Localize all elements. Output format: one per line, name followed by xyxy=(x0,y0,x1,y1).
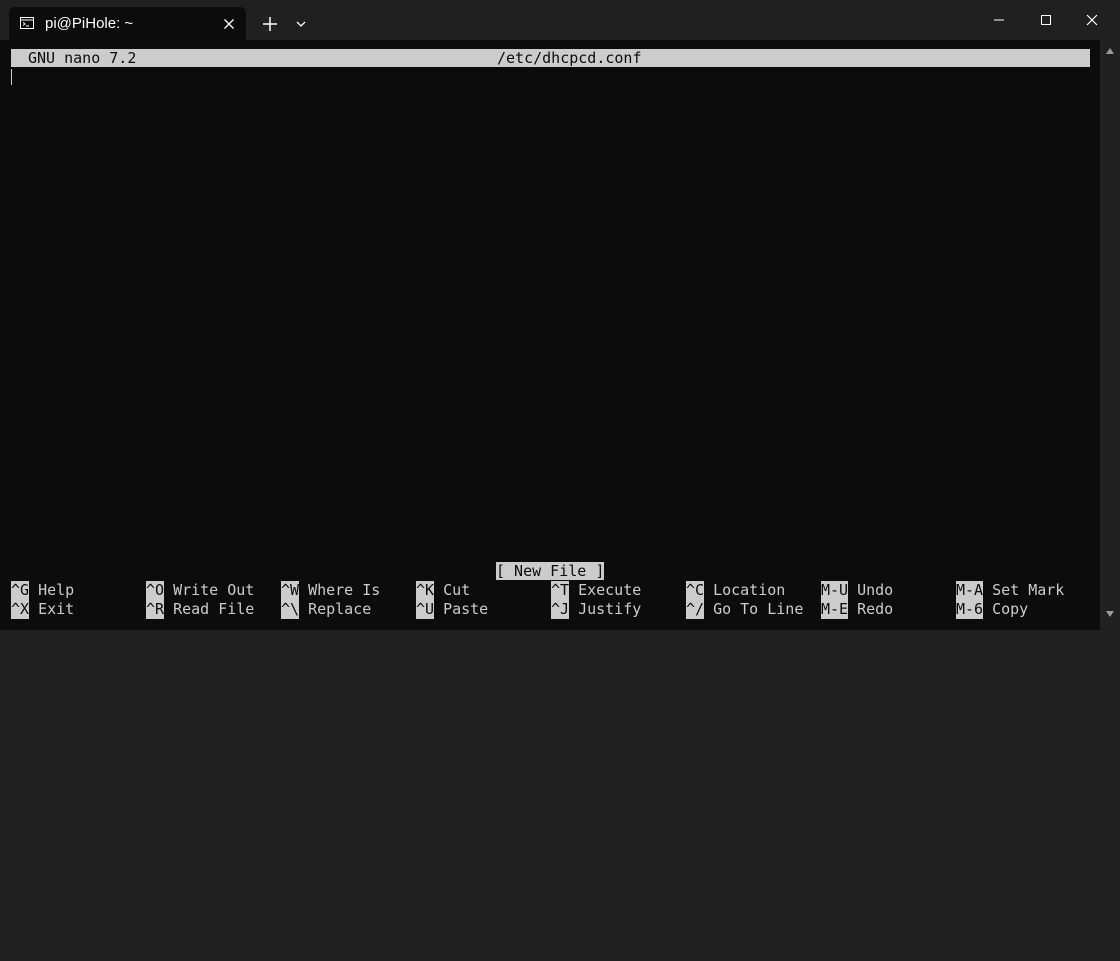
shortcut-go-to-line: ^/ Go To Line xyxy=(686,600,803,619)
shortcut-undo: M-U Undo xyxy=(821,581,893,600)
shortcut-label: Location xyxy=(713,581,786,599)
vertical-scrollbar[interactable] xyxy=(1100,40,1120,630)
shortcut-replace: ^\ Replace xyxy=(281,600,371,619)
shortcut-key: ^R xyxy=(146,600,165,619)
shortcut-label: Redo xyxy=(857,600,894,618)
shortcut-key: ^C xyxy=(686,581,705,600)
close-tab-icon[interactable] xyxy=(220,15,238,33)
shortcut-key: M-6 xyxy=(956,600,984,619)
title-bar: pi@PiHole: ~ xyxy=(0,0,1120,40)
shortcut-label: Execute xyxy=(578,581,642,599)
shortcut-label: Where Is xyxy=(308,581,381,599)
text-cursor xyxy=(11,69,12,85)
plus-icon[interactable] xyxy=(260,14,280,34)
scroll-up-icon[interactable] xyxy=(1105,46,1115,56)
maximize-icon[interactable] xyxy=(1031,8,1061,32)
shortcut-key: ^J xyxy=(551,600,570,619)
shortcut-label: Write Out xyxy=(173,581,255,599)
shortcut-exit: ^X Exit xyxy=(11,600,74,619)
shortcut-label: Paste xyxy=(443,600,489,618)
terminal-icon xyxy=(20,17,34,29)
shortcut-label: Undo xyxy=(857,581,894,599)
shortcut-key: ^K xyxy=(416,581,435,600)
shortcut-paste: ^U Paste xyxy=(416,600,488,619)
shortcut-key: ^G xyxy=(11,581,30,600)
shortcut-label: Set Mark xyxy=(992,581,1065,599)
nano-header: GNU nano 7.2 /etc/dhcpcd.conf xyxy=(11,49,1090,67)
shortcut-key: ^W xyxy=(281,581,300,600)
chevron-down-icon[interactable] xyxy=(293,16,309,32)
shortcut-redo: M-E Redo xyxy=(821,600,893,619)
shortcut-write-out: ^O Write Out xyxy=(146,581,254,600)
shortcut-key: ^U xyxy=(416,600,435,619)
shortcut-label: Help xyxy=(38,581,75,599)
nano-filename: /etc/dhcpcd.conf xyxy=(497,49,642,67)
shortcut-key: ^T xyxy=(551,581,570,600)
shortcut-key: ^X xyxy=(11,600,30,619)
shortcut-key: ^O xyxy=(146,581,165,600)
shortcut-key: ^\ xyxy=(281,600,300,619)
shortcut-label: Replace xyxy=(308,600,372,618)
scroll-down-icon[interactable] xyxy=(1105,609,1115,619)
terminal-pane[interactable]: GNU nano 7.2 /etc/dhcpcd.conf [ New File… xyxy=(0,40,1100,630)
shortcut-key: M-E xyxy=(821,600,849,619)
shortcut-label: Read File xyxy=(173,600,255,618)
shortcut-help: ^G Help xyxy=(11,581,74,600)
close-icon[interactable] xyxy=(1077,8,1107,32)
shortcut-justify: ^J Justify xyxy=(551,600,641,619)
minimize-icon[interactable] xyxy=(984,8,1014,32)
shortcut-location: ^C Location xyxy=(686,581,785,600)
shortcut-key: ^/ xyxy=(686,600,705,619)
tab-title: pi@PiHole: ~ xyxy=(45,15,134,32)
shortcut-copy: M-6 Copy xyxy=(956,600,1028,619)
shortcut-label: Justify xyxy=(578,600,642,618)
shortcut-bar: ^G Help ^O Write Out ^W Where Is ^K Cut ^T Ex… xyxy=(11,581,1064,961)
shortcut-execute: ^T Execute xyxy=(551,581,641,600)
terminal-tab[interactable]: pi@PiHole: ~ xyxy=(9,7,246,40)
shortcut-read-file: ^R Read File xyxy=(146,600,254,619)
shortcut-set-mark: M-A Set Mark xyxy=(956,581,1064,600)
nano-version: GNU nano 7.2 xyxy=(28,49,137,67)
shortcut-label: Cut xyxy=(443,581,471,599)
shortcut-label: Copy xyxy=(992,600,1029,618)
nano-status: [ New File ] xyxy=(496,562,605,580)
shortcut-key: M-U xyxy=(821,581,849,600)
shortcut-cut: ^K Cut xyxy=(416,581,470,600)
shortcut-key: M-A xyxy=(956,581,984,600)
shortcut-where-is: ^W Where Is xyxy=(281,581,380,600)
shortcut-label: Exit xyxy=(38,600,75,618)
shortcut-label: Go To Line xyxy=(713,600,804,618)
